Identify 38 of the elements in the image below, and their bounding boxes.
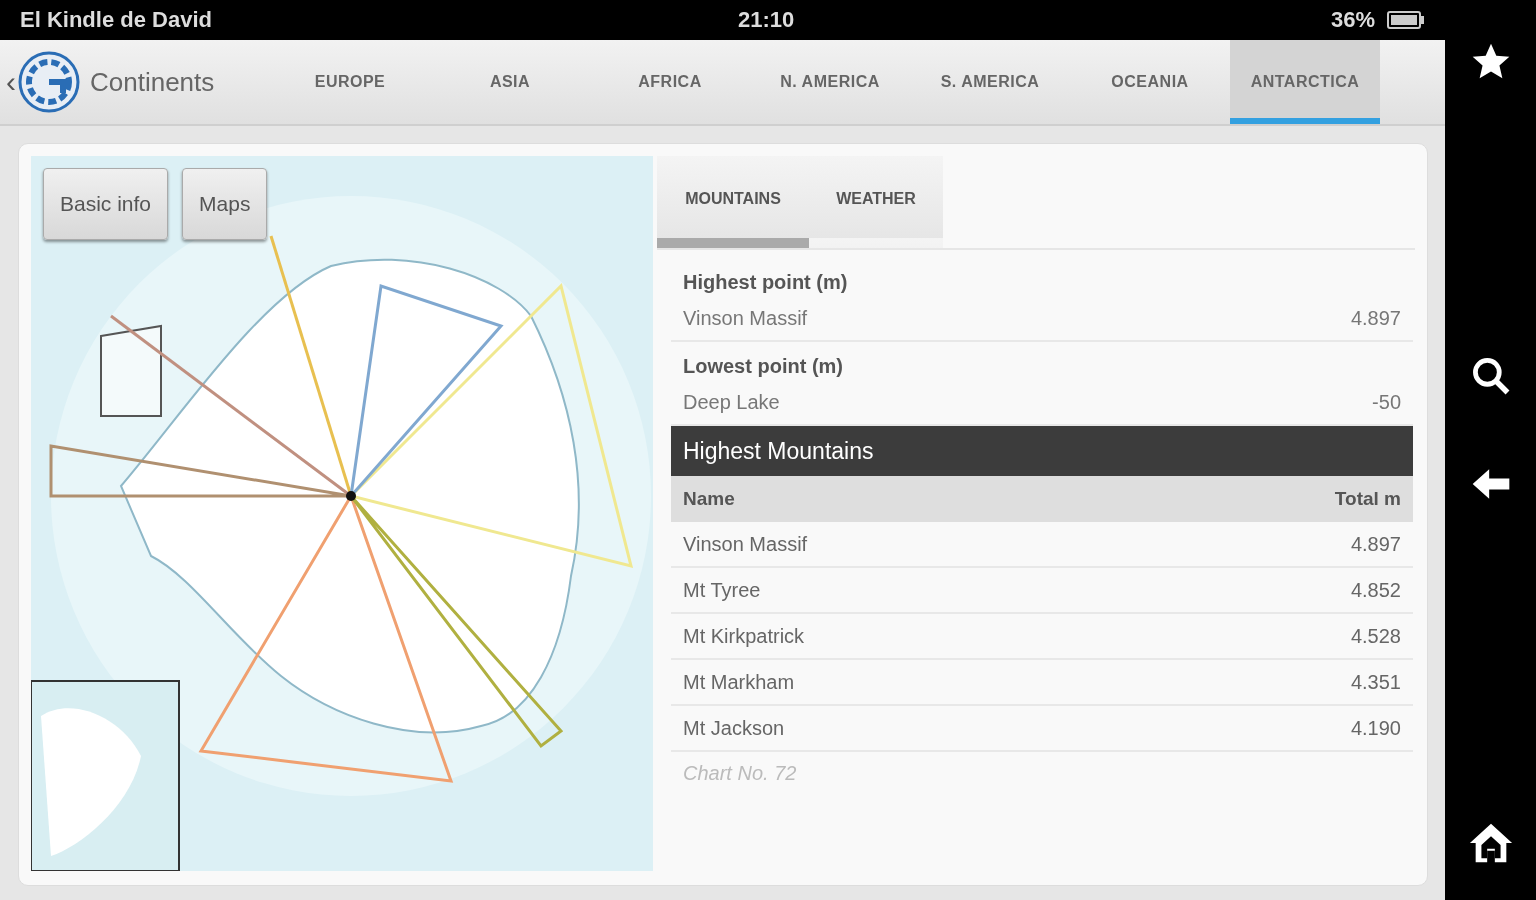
globe-logo-icon	[18, 51, 80, 113]
continent-tab[interactable]: ASIA	[430, 40, 590, 124]
continent-tab[interactable]: ANTARCTICA	[1230, 40, 1380, 124]
fact-heading: Lowest point (m)	[683, 354, 844, 379]
table-cell: 4.190	[1350, 716, 1401, 740]
table-cell: Mt Tyree	[683, 578, 761, 602]
continent-tab[interactable]: S. AMERICA	[910, 40, 1070, 124]
continent-tab[interactable]: EUROPE	[270, 40, 430, 124]
device-name: El Kindle de David	[20, 7, 212, 33]
chart-footnote: Chart No. 72	[682, 761, 798, 786]
section-tab[interactable]: WEATHER	[809, 156, 943, 248]
table-cell: 4.351	[1350, 670, 1401, 694]
table-cell: Mt Kirkpatrick	[683, 624, 805, 648]
fact-value: 4.897	[1350, 306, 1401, 331]
section-tab[interactable]: MOUNTAINS	[657, 156, 809, 248]
table-cell: 4.897	[1350, 532, 1401, 556]
back-button[interactable]: ‹	[0, 51, 80, 113]
continent-tab[interactable]: AFRICA	[590, 40, 750, 124]
column-header: Name	[683, 488, 735, 510]
clock-time: 21:10	[738, 7, 795, 33]
map-panel-button[interactable]: Maps	[182, 168, 268, 240]
table-cell: 4.528	[1350, 624, 1401, 648]
battery-icon	[1387, 11, 1425, 29]
continent-tab[interactable]: OCEANIA	[1070, 40, 1230, 124]
table-cell: Mt Markham	[683, 670, 795, 694]
app-title: Continents	[90, 66, 216, 98]
fact-name: Deep Lake	[683, 390, 780, 415]
battery-percent: 36%	[1330, 7, 1375, 33]
table-cell: Vinson Massif	[683, 532, 808, 556]
fact-value: -50	[1372, 390, 1401, 415]
column-header: Total m	[1334, 488, 1401, 510]
map-panel-button[interactable]: Basic info	[43, 168, 169, 240]
table-cell: 4.852	[1350, 578, 1401, 602]
table-title: Highest Mountains	[683, 437, 874, 465]
table-cell: Mt Jackson	[683, 716, 785, 740]
fact-name: Vinson Massif	[683, 306, 808, 331]
continent-tab[interactable]: N. AMERICA	[750, 40, 910, 124]
fact-heading: Highest point (m)	[683, 270, 849, 295]
